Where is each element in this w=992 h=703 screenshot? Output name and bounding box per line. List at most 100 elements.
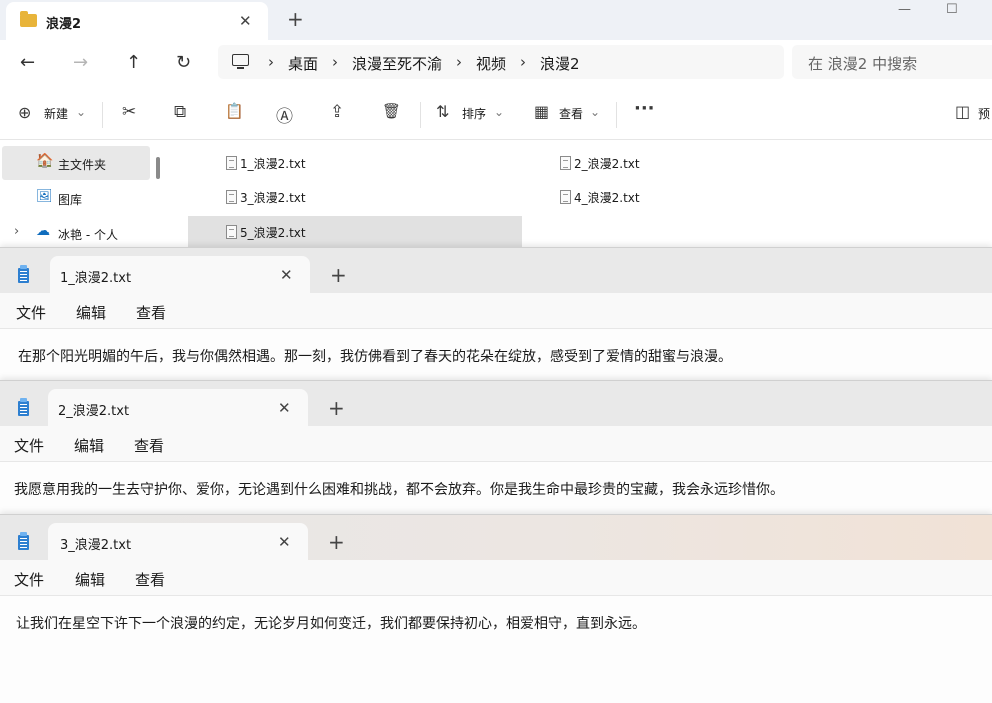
file-item[interactable]: 1_浪漫2.txt: [224, 147, 524, 179]
new-tab-icon[interactable]: +: [328, 530, 345, 554]
home-icon: 🏠: [36, 153, 54, 169]
notepad-menu-bar: 文件 编辑 查看: [0, 293, 992, 329]
menu-view[interactable]: 查看: [134, 435, 164, 456]
share-icon[interactable]: ⇪: [330, 102, 344, 122]
text-file-icon: [560, 190, 571, 204]
notepad-window-2: 2_浪漫2.txt ✕ + 文件 编辑 查看 我愿意用我的一生去守护你、爱你，无…: [0, 380, 992, 516]
sidebar-item-label: 图库: [58, 193, 83, 207]
notepad-tab-title: 1_浪漫2.txt: [60, 271, 132, 286]
chevron-down-icon: ⌄: [494, 105, 505, 119]
notepad-text: 我愿意用我的一生去守护你、爱你，无论遇到什么困难和挑战，都不会放弃。你是我生命中…: [14, 482, 784, 498]
file-name: 3_浪漫2.txt: [240, 190, 306, 205]
more-options-icon[interactable]: ···: [634, 98, 655, 119]
explorer-tab[interactable]: 浪漫2 ✕: [6, 2, 268, 40]
new-tab-icon[interactable]: +: [328, 396, 345, 420]
file-item[interactable]: 3_浪漫2.txt: [224, 181, 524, 213]
breadcrumb-item-romance-forever[interactable]: 浪漫至死不渝: [352, 53, 442, 74]
search-placeholder: 在 浪漫2 中搜索: [808, 55, 918, 73]
notepad-tab-bar: 2_浪漫2.txt ✕ +: [0, 381, 992, 426]
notepad-text: 在那个阳光明媚的午后，我与你偶然相遇。那一刻，我仿佛看到了春天的花朵在绽放，感受…: [18, 349, 732, 365]
notepad-window-1: 1_浪漫2.txt ✕ + 文件 编辑 查看 在那个阳光明媚的午后，我与你偶然相…: [0, 247, 992, 382]
notepad-menu-bar: 文件 编辑 查看: [0, 560, 992, 596]
up-arrow-icon[interactable]: ↑: [126, 52, 141, 73]
refresh-icon[interactable]: ↻: [176, 52, 191, 73]
new-tab-icon[interactable]: +: [287, 7, 304, 31]
preview-pane-icon[interactable]: ◫: [955, 102, 970, 121]
sort-button[interactable]: 排序: [462, 105, 486, 122]
breadcrumb-separator: ›: [456, 53, 463, 71]
sidebar-item-gallery[interactable]: 🖼 图库: [2, 181, 150, 215]
notepad-icon: [18, 265, 29, 283]
close-tab-icon[interactable]: ✕: [278, 399, 291, 417]
menu-file[interactable]: 文件: [14, 435, 44, 456]
copy-icon[interactable]: ⧉: [174, 102, 186, 122]
view-button[interactable]: 查看: [559, 105, 583, 122]
notepad-tab[interactable]: 3_浪漫2.txt ✕: [18, 523, 308, 560]
search-input[interactable]: 在 浪漫2 中搜索: [792, 45, 992, 79]
sidebar-item-label: 冰艳 - 个人: [58, 228, 118, 242]
computer-icon: [232, 54, 249, 69]
sidebar-item-onedrive[interactable]: › ☁ 冰艳 - 个人: [2, 216, 150, 250]
gallery-icon: 🖼: [36, 189, 53, 204]
file-item[interactable]: 2_浪漫2.txt: [558, 147, 858, 179]
menu-file[interactable]: 文件: [14, 569, 44, 590]
maximize-icon[interactable]: ☐: [946, 2, 958, 17]
toolbar-divider: [102, 102, 103, 128]
preview-button[interactable]: 预: [978, 105, 990, 122]
notepad-tab[interactable]: 2_浪漫2.txt ✕: [18, 389, 308, 426]
sidebar-item-label: 主文件夹: [58, 158, 107, 172]
breadcrumb-item-desktop[interactable]: 桌面: [288, 53, 318, 74]
menu-view[interactable]: 查看: [136, 302, 166, 323]
explorer-tab-title: 浪漫2: [46, 17, 82, 32]
notepad-menu-bar: 文件 编辑 查看: [0, 426, 992, 462]
onedrive-cloud-icon: ☁: [36, 223, 50, 239]
folder-icon: [20, 11, 37, 27]
notepad-text: 让我们在星空下许下一个浪漫的约定，无论岁月如何变迁，我们都要保持初心，相爱相守，…: [16, 616, 646, 632]
new-plus-icon: ⊕: [18, 103, 32, 122]
address-box[interactable]: › 桌面 › 浪漫至死不渝 › 视频 › 浪漫2: [218, 45, 784, 79]
menu-view[interactable]: 查看: [135, 569, 165, 590]
command-bar: ⊕ 新建 ⌄ ✂ ⧉ 📋 Ⓐ ⇪ 🗑 ⇅ 排序 ⌄ ▦ 查看 ⌄ ··· ◫ 预: [0, 90, 992, 140]
notepad-window-3: 3_浪漫2.txt ✕ + 文件 编辑 查看 让我们在星空下许下一个浪漫的约定，…: [0, 514, 992, 703]
address-bar-row: ← → ↑ ↻ › 桌面 › 浪漫至死不渝 › 视频 › 浪漫2 在 浪漫2 中…: [0, 40, 992, 90]
rename-icon[interactable]: Ⓐ: [276, 102, 293, 127]
cut-icon[interactable]: ✂: [122, 102, 136, 122]
menu-edit[interactable]: 编辑: [75, 569, 105, 590]
close-tab-icon[interactable]: ✕: [280, 266, 293, 284]
notepad-editor[interactable]: 让我们在星空下许下一个浪漫的约定，无论岁月如何变迁，我们都要保持初心，相爱相守，…: [0, 596, 992, 703]
file-name: 4_浪漫2.txt: [574, 190, 640, 205]
forward-arrow-icon[interactable]: →: [73, 52, 88, 73]
notepad-icon: [18, 532, 29, 550]
chevron-down-icon: ⌄: [590, 105, 601, 119]
minimize-icon[interactable]: —: [898, 2, 911, 17]
notepad-editor[interactable]: 在那个阳光明媚的午后，我与你偶然相遇。那一刻，我仿佛看到了春天的花朵在绽放，感受…: [0, 329, 992, 382]
sort-icon: ⇅: [436, 102, 450, 121]
new-button[interactable]: 新建: [44, 105, 68, 122]
close-tab-icon[interactable]: ✕: [278, 533, 291, 551]
breadcrumb-item-romance2[interactable]: 浪漫2: [540, 53, 580, 74]
text-file-icon: [226, 225, 237, 239]
toolbar-divider: [420, 102, 421, 128]
chevron-down-icon: ⌄: [76, 105, 87, 119]
breadcrumb-separator: ›: [268, 53, 274, 71]
menu-edit[interactable]: 编辑: [74, 435, 104, 456]
paste-icon[interactable]: 📋: [225, 102, 244, 120]
expand-chevron-icon[interactable]: ›: [14, 224, 19, 239]
sidebar-item-home[interactable]: 🏠 主文件夹: [2, 146, 150, 180]
notepad-tab-bar: 1_浪漫2.txt ✕ +: [0, 248, 992, 293]
toolbar-divider: [616, 102, 617, 128]
notepad-editor[interactable]: 我愿意用我的一生去守护你、爱你，无论遇到什么困难和挑战，都不会放弃。你是我生命中…: [0, 462, 992, 516]
menu-edit[interactable]: 编辑: [76, 302, 106, 323]
back-arrow-icon[interactable]: ←: [20, 52, 35, 73]
file-name: 2_浪漫2.txt: [574, 156, 640, 171]
breadcrumb-item-video[interactable]: 视频: [476, 53, 506, 74]
new-tab-icon[interactable]: +: [330, 263, 347, 287]
close-tab-icon[interactable]: ✕: [239, 12, 252, 30]
menu-file[interactable]: 文件: [16, 302, 46, 323]
file-item[interactable]: 4_浪漫2.txt: [558, 181, 858, 213]
text-file-icon: [560, 156, 571, 170]
notepad-tab[interactable]: 1_浪漫2.txt ✕: [18, 256, 310, 293]
text-file-icon: [226, 156, 237, 170]
file-item-selected[interactable]: 5_浪漫2.txt: [188, 216, 522, 248]
delete-icon[interactable]: 🗑: [382, 102, 401, 120]
